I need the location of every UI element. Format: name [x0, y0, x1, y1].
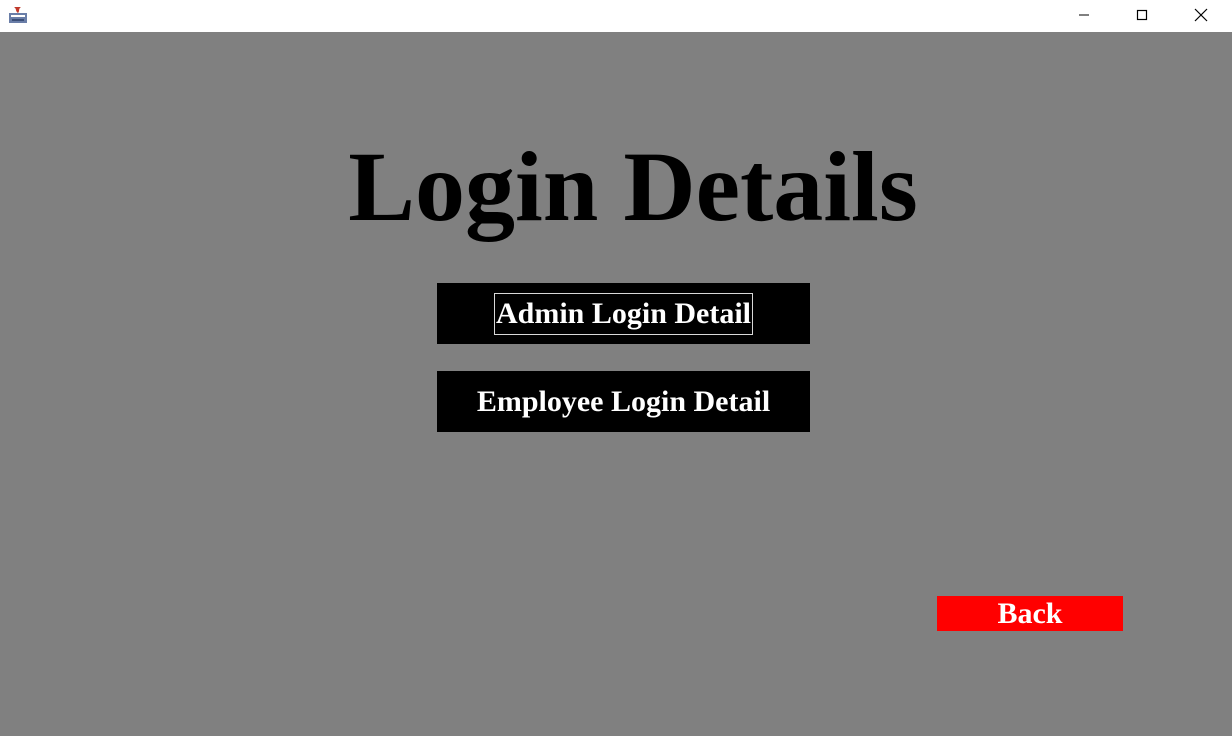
content-panel: Login Details Admin Login Detail Employe… — [0, 32, 1232, 736]
back-button-label: Back — [997, 596, 1063, 630]
admin-login-detail-button[interactable]: Admin Login Detail — [437, 283, 810, 344]
page-title: Login Details — [348, 131, 918, 242]
app-window: Login Details Admin Login Detail Employe… — [0, 0, 1232, 736]
employee-login-detail-button[interactable]: Employee Login Detail — [437, 371, 810, 432]
back-button[interactable]: Back — [937, 596, 1123, 631]
maximize-button[interactable] — [1113, 0, 1171, 29]
title-bar[interactable] — [0, 0, 1232, 32]
employee-login-detail-label: Employee Login Detail — [476, 384, 771, 418]
java-app-icon — [8, 4, 28, 24]
maximize-icon — [1136, 9, 1148, 20]
close-icon — [1194, 8, 1208, 21]
minimize-icon — [1079, 14, 1089, 15]
close-button[interactable] — [1172, 0, 1230, 29]
admin-login-detail-label: Admin Login Detail — [493, 292, 754, 335]
minimize-button[interactable] — [1055, 0, 1113, 29]
